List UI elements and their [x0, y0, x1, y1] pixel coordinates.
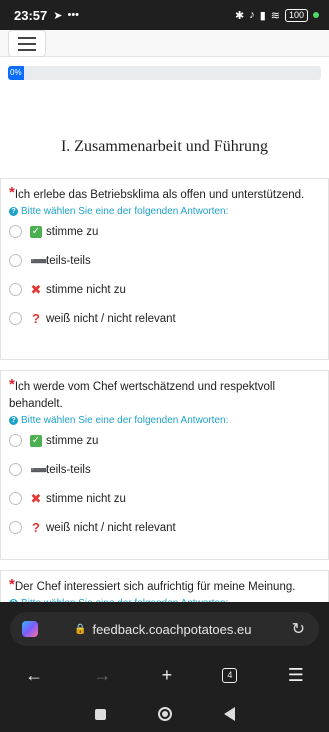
- radio-button[interactable]: [9, 225, 22, 238]
- radio-button[interactable]: [9, 254, 22, 267]
- telegram-icon: ➤: [53, 9, 63, 22]
- hint-text: ?Bitte wählen Sie eine der folgenden Ant…: [9, 415, 320, 426]
- answer-option[interactable]: ✖ stimme nicht zu: [9, 484, 320, 513]
- home-circle-icon[interactable]: [157, 707, 172, 721]
- check-mark-icon: ✓: [30, 225, 42, 238]
- survey-page: 0% I. Zusammenarbeit und Führung *Ich er…: [0, 30, 329, 632]
- more-notifications-icon: •••: [67, 9, 80, 21]
- radio-button[interactable]: [9, 434, 22, 447]
- cross-icon: ✖: [30, 281, 42, 297]
- hint-text: ?Bitte wählen Sie eine der folgenden Ant…: [9, 206, 320, 217]
- hamburger-menu-button[interactable]: [8, 30, 46, 57]
- question-mark-icon: ?: [32, 519, 40, 535]
- minus-icon: ➖: [30, 252, 48, 269]
- top-navbar: [0, 30, 329, 57]
- question-2: *Ich werde vom Chef wertschätzend und re…: [0, 370, 329, 560]
- wifi-icon: ≋: [270, 9, 280, 22]
- answer-option[interactable]: ➖ teils-teils: [9, 455, 320, 484]
- address-bar[interactable]: 🔒 feedback.coachpotatoes.eu ↻: [10, 612, 319, 646]
- new-tab-plus-icon[interactable]: +: [162, 665, 173, 686]
- system-navigation-bar: [0, 700, 329, 728]
- question-text: *Ich werde vom Chef wertschätzend und re…: [9, 376, 275, 410]
- battery-icon: 100: [284, 8, 308, 22]
- bluetooth-icon: ✱: [234, 9, 245, 22]
- radio-button[interactable]: [9, 312, 22, 325]
- reload-icon[interactable]: ↻: [292, 619, 305, 639]
- question-1: *Ich erlebe das Betriebsklima als offen …: [0, 178, 329, 360]
- status-time: 23:57: [14, 7, 48, 23]
- question-text: *Ich erlebe das Betriebsklima als offen …: [9, 184, 305, 201]
- privacy-dot-icon: [313, 12, 319, 18]
- forward-arrow-icon[interactable]: →: [93, 665, 111, 686]
- hamburger-icon-line: [18, 42, 36, 45]
- cross-icon: ✖: [30, 490, 42, 506]
- radio-button[interactable]: [9, 492, 22, 505]
- answer-option[interactable]: ➖ teils-teils: [9, 246, 320, 275]
- minus-icon: ➖: [30, 461, 48, 478]
- answer-option[interactable]: ✓ stimme zu: [9, 426, 320, 455]
- question-circle-icon: ?: [9, 416, 18, 425]
- question-circle-icon: ?: [9, 207, 18, 216]
- group-title: I. Zusammenarbeit und Führung: [60, 138, 269, 155]
- recents-square-icon[interactable]: [94, 708, 106, 720]
- url-text[interactable]: feedback.coachpotatoes.eu: [92, 622, 251, 637]
- progress-bar: 0%: [8, 66, 321, 80]
- radio-button[interactable]: [9, 463, 22, 476]
- radio-button[interactable]: [9, 283, 22, 296]
- answer-option[interactable]: ? weiß nicht / nicht relevant: [9, 513, 320, 542]
- radio-button[interactable]: [9, 521, 22, 534]
- signal-icon: ▮: [259, 9, 266, 22]
- answer-option[interactable]: ✓ stimme zu: [9, 217, 320, 246]
- browser-nav-row: ← → + 4 ☰: [0, 660, 329, 690]
- hamburger-icon-line: [18, 36, 36, 39]
- question-mark-icon: ?: [32, 310, 40, 326]
- copilot-icon[interactable]: [22, 621, 38, 637]
- answer-option[interactable]: ? weiß nicht / nicht relevant: [9, 304, 320, 333]
- status-bar: 23:57 ➤ ••• ✱ ♪ ▮ ≋ 100: [0, 0, 329, 30]
- progress-fill: 0%: [8, 66, 24, 80]
- lock-icon: 🔒: [74, 623, 87, 635]
- browser-menu-icon[interactable]: ☰: [288, 665, 304, 686]
- hamburger-icon-line: [18, 48, 36, 51]
- check-mark-icon: ✓: [30, 434, 42, 447]
- back-arrow-icon[interactable]: ←: [25, 665, 43, 686]
- tabs-count-button[interactable]: 4: [222, 667, 238, 683]
- mute-icon: ♪: [249, 9, 255, 21]
- back-triangle-icon[interactable]: [223, 707, 235, 721]
- answer-option[interactable]: ✖ stimme nicht zu: [9, 275, 320, 304]
- question-text: *Der Chef interessiert sich aufrichtig f…: [9, 576, 296, 593]
- status-icons: ✱ ♪ ▮ ≋ 100: [234, 8, 319, 22]
